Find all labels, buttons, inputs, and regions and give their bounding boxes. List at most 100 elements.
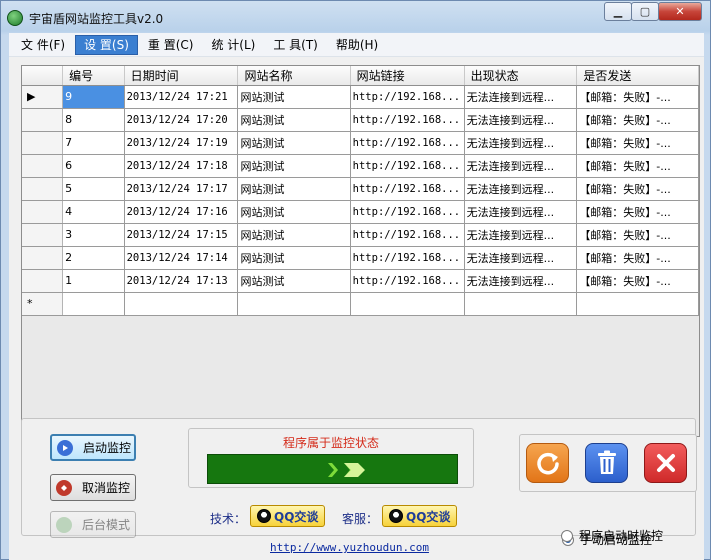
new-row[interactable]: * [22, 292, 699, 316]
menu-help[interactable]: 帮助(H) [328, 35, 386, 55]
table-cell[interactable] [464, 292, 578, 316]
table-cell[interactable]: 1 [62, 269, 125, 293]
close-button[interactable] [644, 443, 687, 483]
close-icon[interactable]: ✕ [658, 2, 702, 21]
menu-reset[interactable]: 重 置(C) [140, 35, 202, 55]
table-cell[interactable] [350, 292, 465, 316]
row-header[interactable] [22, 177, 64, 201]
table-cell[interactable]: 4 [62, 200, 125, 224]
column-header-datetime[interactable]: 日期时间 [124, 66, 239, 86]
column-header-id[interactable]: 编号 [62, 66, 125, 86]
maximize-icon[interactable]: ▢ [631, 2, 659, 21]
tech-qq-button[interactable]: QQ交谈 [250, 505, 326, 527]
table-cell[interactable]: 【邮箱：失败】-... [576, 246, 699, 270]
table-cell[interactable]: 【邮箱：失败】-... [576, 85, 699, 109]
table-cell[interactable]: http://192.168... [350, 269, 465, 293]
table-row[interactable]: 1 2013/12/24 17:13 网站测试 http://192.168... 无法… [22, 269, 699, 293]
table-row[interactable]: 4 2013/12/24 17:16 网站测试 http://192.168... 无法… [22, 200, 699, 224]
table-cell[interactable] [237, 292, 351, 316]
log-grid[interactable]: 编号 日期时间 网站名称 网站链接 出现状态 是否发送 ▶ 9 2013/12/24… [21, 65, 700, 437]
table-row[interactable]: 5 2013/12/24 17:17 网站测试 http://192.168... 无法… [22, 177, 699, 201]
service-qq-button[interactable]: QQ交谈 [382, 505, 458, 527]
table-cell[interactable]: 【邮箱：失败】-... [576, 177, 699, 201]
table-cell[interactable]: 2 [62, 246, 125, 270]
table-cell[interactable]: 网站测试 [237, 246, 351, 270]
table-cell[interactable]: 网站测试 [237, 269, 351, 293]
menu-tools[interactable]: 工 具(T) [265, 35, 326, 55]
menu-file[interactable]: 文 件(F) [13, 35, 73, 55]
column-header-sent[interactable]: 是否发送 [576, 66, 699, 86]
table-cell[interactable] [124, 292, 239, 316]
column-header-site-link[interactable]: 网站链接 [350, 66, 465, 86]
table-cell[interactable]: 8 [62, 108, 125, 132]
row-header[interactable] [22, 131, 64, 155]
table-cell[interactable]: 5 [62, 177, 125, 201]
table-cell[interactable]: 无法连接到远程... [464, 85, 578, 109]
table-cell[interactable]: 【邮箱：失败】-... [576, 108, 699, 132]
table-cell[interactable]: 无法连接到远程... [464, 223, 578, 247]
table-cell[interactable]: http://192.168... [350, 200, 465, 224]
table-row[interactable]: 7 2013/12/24 17:19 网站测试 http://192.168... 无法… [22, 131, 699, 155]
table-cell[interactable]: 无法连接到远程... [464, 154, 578, 178]
table-cell[interactable]: 2013/12/24 17:13 [124, 269, 239, 293]
auto-start-option[interactable]: 程序启动时监控 [561, 527, 663, 544]
row-header[interactable] [22, 154, 64, 178]
column-header-status[interactable]: 出现状态 [464, 66, 578, 86]
table-cell[interactable]: 网站测试 [237, 223, 351, 247]
row-header[interactable] [22, 108, 64, 132]
cancel-monitor-button[interactable]: 取消监控 [50, 474, 136, 501]
website-link[interactable]: http://www.yuzhoudun.com [270, 541, 429, 554]
table-row[interactable]: 6 2013/12/24 17:18 网站测试 http://192.168... 无法… [22, 154, 699, 178]
table-cell[interactable]: 无法连接到远程... [464, 200, 578, 224]
table-cell[interactable]: 无法连接到远程... [464, 108, 578, 132]
table-cell[interactable]: 7 [62, 131, 125, 155]
delete-button[interactable] [585, 443, 628, 483]
table-cell[interactable]: 【邮箱：失败】-... [576, 223, 699, 247]
table-cell[interactable]: 网站测试 [237, 154, 351, 178]
table-cell[interactable]: 网站测试 [237, 85, 351, 109]
table-cell[interactable]: 【邮箱：失败】-... [576, 154, 699, 178]
table-cell[interactable]: http://192.168... [350, 108, 465, 132]
table-cell[interactable]: 网站测试 [237, 131, 351, 155]
auto-start-radio[interactable] [561, 529, 573, 542]
table-cell[interactable]: 2013/12/24 17:18 [124, 154, 239, 178]
table-cell[interactable]: 2013/12/24 17:19 [124, 131, 239, 155]
table-cell[interactable]: 无法连接到远程... [464, 246, 578, 270]
table-cell[interactable]: http://192.168... [350, 246, 465, 270]
table-cell[interactable]: 6 [62, 154, 125, 178]
row-header[interactable] [22, 246, 64, 270]
table-cell[interactable]: 2013/12/24 17:16 [124, 200, 239, 224]
table-cell[interactable]: 无法连接到远程... [464, 269, 578, 293]
table-cell[interactable]: http://192.168... [350, 131, 465, 155]
table-row[interactable]: 3 2013/12/24 17:15 网站测试 http://192.168... 无法… [22, 223, 699, 247]
table-row[interactable]: 8 2013/12/24 17:20 网站测试 http://192.168... 无法… [22, 108, 699, 132]
table-cell[interactable]: 3 [62, 223, 125, 247]
table-cell[interactable]: 【邮箱：失败】-... [576, 131, 699, 155]
table-cell[interactable] [62, 292, 125, 316]
minimize-icon[interactable]: ▁ [604, 2, 632, 21]
table-row[interactable]: ▶ 9 2013/12/24 17:21 网站测试 http://192.168... 无… [22, 85, 699, 109]
table-cell[interactable]: 网站测试 [237, 108, 351, 132]
table-cell[interactable]: 2013/12/24 17:14 [124, 246, 239, 270]
table-cell[interactable]: http://192.168... [350, 85, 465, 109]
table-cell[interactable]: 【邮箱：失败】-... [576, 269, 699, 293]
column-header-site-name[interactable]: 网站名称 [237, 66, 351, 86]
table-cell[interactable]: 网站测试 [237, 177, 351, 201]
table-cell[interactable]: http://192.168... [350, 154, 465, 178]
table-cell[interactable]: 无法连接到远程... [464, 177, 578, 201]
background-mode-button[interactable]: 后台模式 [50, 511, 136, 538]
row-header[interactable] [22, 269, 64, 293]
table-cell[interactable]: 无法连接到远程... [464, 131, 578, 155]
refresh-button[interactable] [526, 443, 569, 483]
table-cell[interactable]: http://192.168... [350, 177, 465, 201]
table-cell[interactable]: 2013/12/24 17:21 [124, 85, 239, 109]
table-cell[interactable]: 2013/12/24 17:20 [124, 108, 239, 132]
table-cell[interactable]: 2013/12/24 17:15 [124, 223, 239, 247]
table-cell[interactable]: 9 [62, 85, 125, 109]
menu-settings[interactable]: 设 置(S) [75, 34, 138, 55]
title-bar[interactable]: 宇宙盾网站监控工具v2.0 ▁ ▢ ✕ [1, 1, 710, 33]
table-cell[interactable] [576, 292, 699, 316]
row-header[interactable]: ▶ [22, 85, 64, 109]
row-header[interactable] [22, 200, 64, 224]
table-cell[interactable]: 【邮箱：失败】-... [576, 200, 699, 224]
